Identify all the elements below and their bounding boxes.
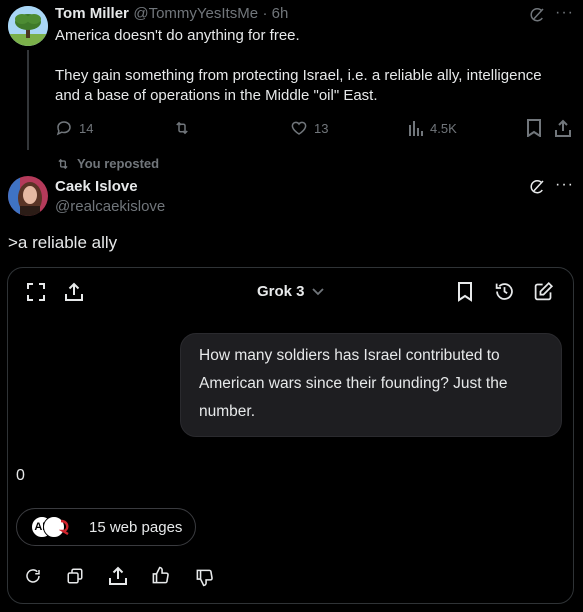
tweet1-text-line3: and a base of operations in the Middle "… [55,87,378,104]
grok-model-label: Grok 3 [257,283,305,300]
tweet1-text-line2: They gain something from protecting Isra… [55,67,542,84]
thread-connector-line [27,50,29,150]
user-question-bubble: How many soldiers has Israel contributed… [180,333,562,437]
expand-icon[interactable] [27,283,45,301]
regenerate-icon[interactable] [24,567,42,585]
sources-label: 15 web pages [89,518,183,536]
retweet-small-icon [55,157,71,171]
history-icon[interactable] [494,281,515,302]
repost-indicator: You reposted [55,156,159,171]
view-count: 4.5K [430,120,457,136]
source-logo-3-icon [59,516,73,538]
reply-button[interactable]: 14 [55,119,93,137]
tweet1-author-name[interactable]: Tom Miller [55,5,129,22]
chevron-down-icon [311,287,325,297]
question-line-1: How many soldiers has Israel contributed… [199,347,500,364]
tom-miller-avatar[interactable] [8,6,48,46]
heart-icon [290,119,308,137]
copy-icon[interactable] [66,567,84,585]
views-button[interactable]: 4.5K [408,119,457,137]
tweet2-author-name[interactable]: Caek Islove [55,178,138,195]
tweet2-more-icon[interactable]: ··· [555,176,574,194]
question-line-2: American wars since their founding? Just… [199,375,508,392]
tweet2-author-handle[interactable]: @realcaekislove [55,198,165,215]
tweet1-header: Tom Miller @TommyYesItsMe · 6h [55,5,288,23]
repost-label: You reposted [77,156,160,171]
reply-icon [55,119,73,137]
share-icon[interactable] [555,119,571,137]
response-share-icon[interactable] [109,566,127,586]
grok-conversation-card[interactable]: Grok 3 How many soldiers has Israel cont… [7,267,574,604]
grok-explain-icon[interactable] [528,6,546,24]
new-chat-edit-icon[interactable] [533,281,554,302]
grok-answer: 0 [16,467,25,484]
grok-share-icon[interactable] [65,282,83,302]
question-line-3: number. [199,403,256,420]
source-logos: AP [31,516,73,538]
tweet1-author-handle[interactable]: @TommyYesItsMe [133,5,258,22]
like-count: 13 [314,120,329,136]
retweet-icon [172,119,192,137]
caek-islove-avatar[interactable] [8,176,48,216]
web-sources-button[interactable]: AP 15 web pages [16,508,196,546]
grok-model-selector[interactable]: Grok 3 [257,283,325,300]
thumbs-down-icon[interactable] [195,568,214,587]
thumbs-up-icon[interactable] [151,566,170,585]
grok-bookmark-icon[interactable] [457,282,473,302]
bookmark-icon[interactable] [526,119,542,137]
tweet1-more-icon[interactable]: ··· [555,4,574,22]
tweet2-text: >a reliable ally [8,233,118,252]
reply-count: 14 [79,120,94,136]
tweet1-text-line1: America doesn't do anything for free. [55,27,300,44]
grok-explain-icon-2[interactable] [528,178,546,196]
retweet-button[interactable] [172,119,192,137]
tweet1-timestamp[interactable]: · 6h [263,5,289,22]
views-chart-icon [408,119,424,137]
like-button[interactable]: 13 [290,119,328,137]
